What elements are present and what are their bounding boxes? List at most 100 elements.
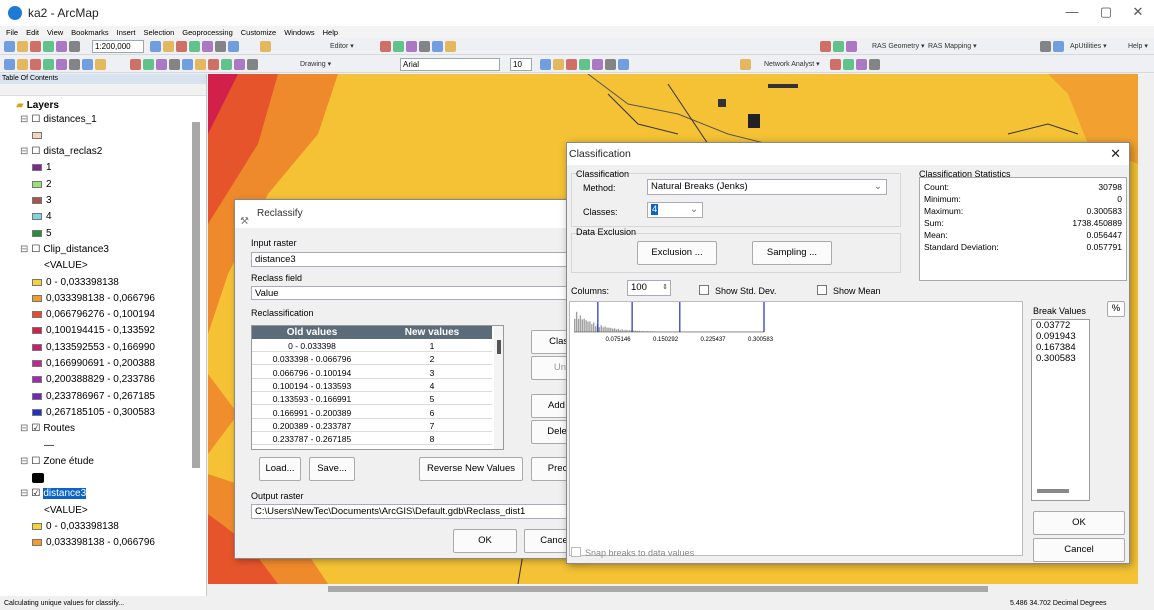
load-button[interactable]: Load... [259,457,301,481]
toolbar-tool-icon[interactable] [195,59,206,70]
minimize-button[interactable]: — [1062,4,1082,20]
toolbar-tool-icon[interactable] [540,59,551,70]
toc-item[interactable]: ⊟ ☐ Zone étude [20,454,212,468]
new-value-cell[interactable]: 1 [372,340,492,352]
toolbar-tool-icon[interactable] [189,41,200,52]
layer-visibility-checkbox[interactable]: ☐ [31,114,40,125]
toolbar-tool-icon[interactable] [432,41,443,52]
output-raster-field[interactable]: C:\Users\NewTec\Documents\ArcGIS\Default… [251,504,584,519]
break-value-item[interactable]: 0.300583 [1036,353,1089,364]
break-value-item[interactable]: 0.091943 [1036,331,1089,342]
toc-item[interactable]: ⊟ ☐ distances_1 [20,112,212,126]
table-row[interactable]: 0.133593 - 0.166991 5 [252,393,492,406]
toc-layers-root[interactable]: ▰ Layers [16,98,208,112]
ras-mapping-menu[interactable]: RAS Mapping ▾ [928,42,977,50]
collapse-icon[interactable]: ⊟ [20,456,28,467]
layer-visibility-checkbox[interactable]: ☑ [31,488,40,499]
toolbar-tool-icon[interactable] [150,41,161,52]
toolbar-tool-icon[interactable] [215,41,226,52]
new-value-cell[interactable]: 5 [372,393,492,405]
font-combo[interactable]: Arial [400,58,500,71]
toc-item[interactable] [32,471,224,485]
toolbar-tool-icon[interactable] [833,41,844,52]
menu-windows[interactable]: Windows [284,28,314,37]
toolbar-tool-icon[interactable] [419,41,430,52]
toolbar-tool-icon[interactable] [260,41,271,52]
toolbar-tool-icon[interactable] [208,59,219,70]
toolbar-tool-icon[interactable] [592,59,603,70]
save-button[interactable]: Save... [309,457,355,481]
help-menu[interactable]: Help ▾ [1128,42,1148,50]
reverse-new-values-button[interactable]: Reverse New Values [419,457,523,481]
toolbar-tool-icon[interactable] [169,59,180,70]
toolbar-tool-icon[interactable] [143,59,154,70]
classes-select[interactable]: 4 ⌄ [647,202,703,218]
new-value-cell[interactable]: 7 [372,420,492,432]
toolbar-tool-icon[interactable] [176,41,187,52]
break-values-list[interactable]: 0.03772 0.091943 0.167384 0.300583 [1031,319,1090,501]
toolbar-tool-icon[interactable] [553,59,564,70]
toolbar-tool-icon[interactable] [43,41,54,52]
toolbar-tool-icon[interactable] [234,59,245,70]
method-select[interactable]: Natural Breaks (Jenks) ⌄ [647,179,887,195]
toolbar-tool-icon[interactable] [830,59,841,70]
editor-menu[interactable]: Editor ▾ [330,42,354,50]
menu-file[interactable]: File [6,28,18,37]
reclass-table[interactable]: Old values New values 0 - 0.033398 1 0.033… [251,325,504,450]
menu-edit[interactable]: Edit [26,28,39,37]
menu-insert[interactable]: Insert [117,28,136,37]
toolbar-tool-icon[interactable] [182,59,193,70]
toolbar-tool-icon[interactable] [30,59,41,70]
toolbar-tool-icon[interactable] [406,41,417,52]
toc-item[interactable]: ⊟ ☑ distance3 [20,487,212,501]
toolbar-tool-icon[interactable] [579,59,590,70]
break-values-scroll-thumb[interactable] [1037,489,1069,493]
toolbar-tool-icon[interactable] [4,41,15,52]
toolbar-tool-icon[interactable] [1053,41,1064,52]
histogram-panel[interactable]: 0.075146 0.150292 0.225437 0.300583 [569,301,1023,556]
aputilities-menu[interactable]: ApUtilities ▾ [1070,42,1107,50]
toolbar-tool-icon[interactable] [445,41,456,52]
collapse-icon[interactable]: ⊟ [20,244,28,255]
columns-spinner[interactable]: 100 ⇕ [627,280,671,296]
std-dev-checkbox[interactable] [699,285,709,295]
toolbar-tool-icon[interactable] [740,59,751,70]
menu-customize[interactable]: Customize [241,28,276,37]
classification-cancel-button[interactable]: Cancel [1033,538,1125,562]
snap-breaks-checkbox[interactable] [571,547,581,557]
close-window-button[interactable]: ✕ [1128,4,1148,20]
toolbar-tool-icon[interactable] [69,41,80,52]
toolbar-tool-icon[interactable] [156,59,167,70]
toolbar-tool-icon[interactable] [56,59,67,70]
toolbar-tool-icon[interactable] [82,59,93,70]
new-value-cell[interactable]: 8 [372,433,492,445]
collapse-icon[interactable]: ⊟ [20,488,28,499]
toc-item[interactable]: ⊟ ☐ Clip_distance3 [20,242,212,256]
toolbar-tool-icon[interactable] [605,59,616,70]
layer-visibility-checkbox[interactable]: ☐ [31,456,40,467]
toc-scrollbar[interactable] [192,122,200,468]
toolbar-tool-icon[interactable] [202,41,213,52]
toolbar-tool-icon[interactable] [228,41,239,52]
new-value-cell[interactable]: 6 [372,407,492,419]
network-analyst-menu[interactable]: Network Analyst ▾ [764,60,820,68]
table-scroll-thumb[interactable] [497,340,501,354]
maximize-button[interactable]: ▢ [1096,4,1116,20]
new-value-cell[interactable]: 3 [372,367,492,379]
table-row[interactable]: 0.100194 - 0.133593 4 [252,380,492,392]
table-scrollbar[interactable] [494,326,503,449]
drawing-menu[interactable]: Drawing ▾ [300,60,331,68]
reclass-field-select[interactable]: Value [251,286,584,300]
toolbar-tool-icon[interactable] [1040,41,1051,52]
histogram-chart[interactable]: 0.075146 0.150292 0.225437 0.300583 [570,302,792,350]
toc-item[interactable]: 0 - 0,033398138 [32,520,224,534]
toolbar-tool-icon[interactable] [566,59,577,70]
scale-combo[interactable]: 1:200,000 [92,40,144,53]
close-icon[interactable]: ✕ [1110,143,1121,165]
toolbar-tool-icon[interactable] [17,41,28,52]
collapse-icon[interactable]: ⊟ [20,114,28,125]
toc-item[interactable]: 0,033398138 - 0,066796 [32,536,224,550]
table-row[interactable]: 0 - 0.033398 1 [252,340,492,352]
percent-button[interactable]: % [1107,301,1125,317]
toolbar-tool-icon[interactable] [846,41,857,52]
